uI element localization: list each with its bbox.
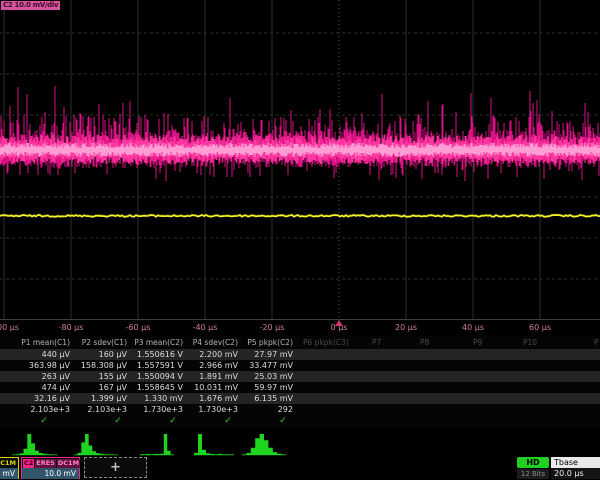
channel-descriptor-c1[interactable]: DC1M 10.0 mV (0, 457, 19, 479)
measure-cell: 2.103e+3 (70, 404, 127, 415)
measure-cell: 158.308 µV (70, 360, 127, 371)
time-tick-label: -40 µs (193, 323, 218, 332)
measure-column-header-disabled[interactable]: P6 pkpk(C3) (303, 336, 349, 349)
measure-cell: 160 µV (70, 349, 127, 360)
time-tick-label: 20 µs (395, 323, 417, 332)
c2-eres-badge: ERES (35, 459, 56, 468)
measure-column-header-disabled[interactable]: P9 (473, 336, 482, 349)
oscilloscope-screen: C2 10.0 mV/div -100 µs -80 µs -60 µs -40… (0, 0, 600, 480)
waveform-display: C2 10.0 mV/div (0, 0, 600, 320)
measure-cell: 440 µV (8, 349, 70, 360)
measure-cell: 59.97 mV (238, 382, 293, 393)
measure-row-value: 440 µV 160 µV 1.550616 V 2.200 mV 27.97 … (0, 349, 600, 360)
scope-grid (0, 0, 600, 320)
measure-column-header[interactable]: P4 sdev(C2) (183, 336, 238, 349)
c2-label-badge: C2 (23, 459, 34, 468)
c1-coupling-badge: DC1M (0, 459, 17, 468)
measure-header-row: P1 mean(C1) P2 sdev(C1) P3 mean(C2) P4 s… (0, 336, 600, 349)
timebase-value: 20.0 µs (551, 468, 600, 479)
measure-column-header[interactable]: P5 pkpk(C2) (238, 336, 293, 349)
measure-row-mean: 363.98 µV 158.308 µV 1.557591 V 2.966 mV… (0, 360, 600, 371)
measure-cell: 10.031 mV (183, 382, 238, 393)
measure-cell: 1.399 µV (70, 393, 127, 404)
status-check-icon: ✓ (279, 415, 287, 428)
c2-vdiv-value: 10.0 mV (22, 468, 79, 479)
trigger-position-marker[interactable] (335, 320, 343, 326)
measure-row-max: 474 µV 167 µV 1.558645 V 10.031 mV 59.97… (0, 382, 600, 393)
measure-cell: 167 µV (70, 382, 127, 393)
status-check-icon: ✓ (224, 415, 232, 428)
trace-annotation: C2 10.0 mV/div (1, 1, 60, 10)
measure-cell: 1.730e+3 (127, 404, 183, 415)
measure-cell: 2.966 mV (183, 360, 238, 371)
measure-row-status: ✓ ✓ ✓ ✓ ✓ (0, 415, 600, 428)
plus-icon: + (110, 460, 121, 475)
measure-cell: 32.16 µV (8, 393, 70, 404)
measure-cell: 2.200 mV (183, 349, 238, 360)
hd-badge: HD (517, 457, 549, 468)
measure-cell: 1.550094 V (127, 371, 183, 382)
measure-cell: 2.103e+3 (8, 404, 70, 415)
measure-cell: 1.550616 V (127, 349, 183, 360)
measure-cell: 6.135 mV (238, 393, 293, 404)
c1-vdiv-value: 10.0 mV (0, 468, 18, 479)
measure-column-header[interactable]: P3 mean(C2) (127, 336, 183, 349)
histicon-p5[interactable] (242, 432, 286, 456)
measure-column-header[interactable]: P1 mean(C1) (8, 336, 70, 349)
measure-cell: 25.03 mV (238, 371, 293, 382)
measure-row-sdev: 32.16 µV 1.399 µV 1.330 mV 1.676 mV 6.13… (0, 393, 600, 404)
histicon-p2[interactable] (74, 432, 118, 456)
measure-cell: 263 µV (8, 371, 70, 382)
measure-cell: 292 (238, 404, 293, 415)
measure-cell: 155 µV (70, 371, 127, 382)
timebase-label: Tbase (551, 457, 600, 468)
measure-cell: 363.98 µV (8, 360, 70, 371)
channel-descriptor-c2[interactable]: C2 ERES DC1M 10.0 mV (21, 457, 80, 479)
time-tick-label: -100 µs (0, 323, 19, 332)
histicon-row (0, 430, 600, 456)
histicon-p3[interactable] (140, 432, 174, 456)
measure-cell: 27.97 mV (238, 349, 293, 360)
measure-column-header-disabled[interactable]: P (594, 336, 599, 349)
time-tick-label: -80 µs (59, 323, 84, 332)
measure-row-num: 2.103e+3 2.103e+3 1.730e+3 1.730e+3 292 (0, 404, 600, 415)
add-trace-button[interactable]: + (84, 457, 147, 478)
measure-cell: 33.477 mV (238, 360, 293, 371)
measure-column-header-disabled[interactable]: P8 (420, 336, 429, 349)
measure-row-min: 263 µV 155 µV 1.550094 V 1.891 mV 25.03 … (0, 371, 600, 382)
status-check-icon: ✓ (40, 415, 48, 428)
hd-bits-label: 12 Bits (517, 469, 549, 479)
measure-cell: 1.891 mV (183, 371, 238, 382)
status-check-icon: ✓ (169, 415, 177, 428)
histicon-p1[interactable] (12, 432, 58, 456)
measure-column-header-disabled[interactable]: P7 (372, 336, 381, 349)
hd-mode-indicator[interactable]: HD 12 Bits (517, 457, 549, 479)
status-check-icon: ✓ (114, 415, 122, 428)
measure-cell: 1.730e+3 (183, 404, 238, 415)
measure-cell: 1.330 mV (127, 393, 183, 404)
histicon-p4[interactable] (194, 432, 234, 456)
measure-cell: 1.558645 V (127, 382, 183, 393)
c2-trace (0, 86, 600, 181)
time-tick-label: 40 µs (462, 323, 484, 332)
time-tick-label: 60 µs (529, 323, 551, 332)
timebase-descriptor[interactable]: Tbase 20.0 µs (551, 457, 600, 479)
measure-column-header-disabled[interactable]: P10 (523, 336, 537, 349)
bottom-bar: DC1M 10.0 mV C2 ERES DC1M 10.0 mV + HD 1… (0, 457, 600, 480)
measure-cell: 474 µV (8, 382, 70, 393)
time-tick-label: -20 µs (260, 323, 285, 332)
time-axis: -100 µs -80 µs -60 µs -40 µs -20 µs 0 µs… (0, 320, 600, 336)
measure-column-header[interactable]: P2 sdev(C1) (70, 336, 127, 349)
measurement-table: P1 mean(C1) P2 sdev(C1) P3 mean(C2) P4 s… (0, 336, 600, 428)
time-tick-label: -60 µs (126, 323, 151, 332)
measure-cell: 1.557591 V (127, 360, 183, 371)
c2-coupling-badge: DC1M (57, 459, 80, 468)
measure-cell: 1.676 mV (183, 393, 238, 404)
